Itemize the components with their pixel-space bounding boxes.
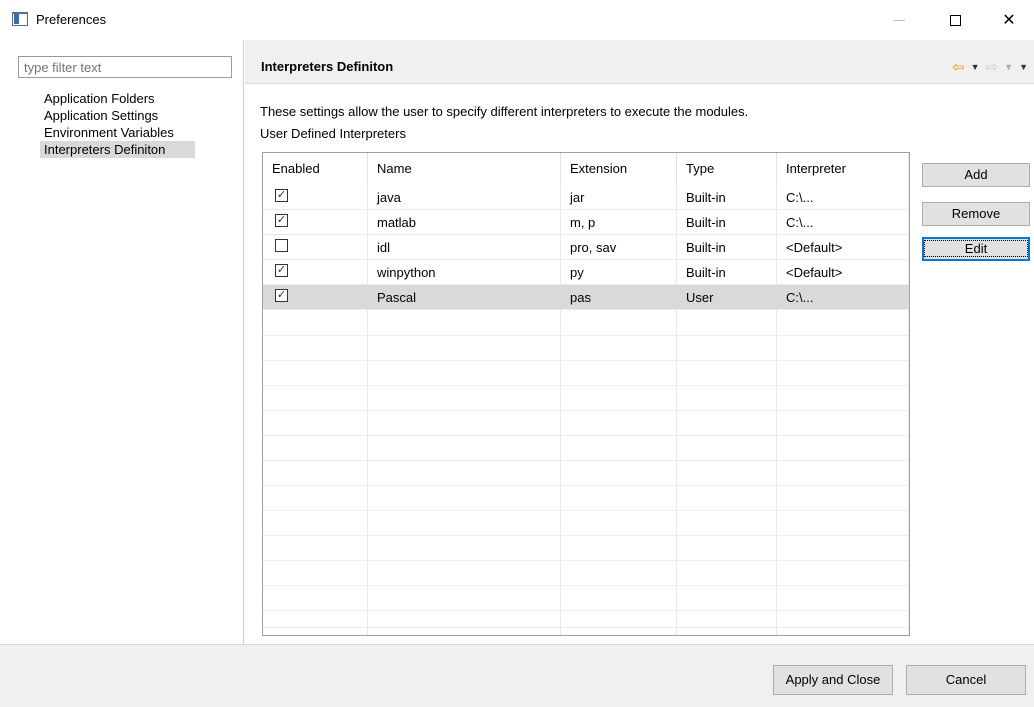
enabled-checkbox[interactable]: ✓ [275, 289, 288, 302]
table-row[interactable]: ✓ winpython py Built-in <Default> [263, 260, 909, 285]
column-header-enabled[interactable]: Enabled [263, 153, 368, 185]
extension-cell: m, p [570, 215, 596, 230]
empty-row-line [263, 560, 909, 561]
name-cell: Pascal [377, 290, 417, 305]
enabled-checkbox[interactable] [275, 239, 288, 252]
extension-cell: py [570, 265, 584, 280]
edit-button[interactable]: Edit [922, 237, 1030, 261]
interpreter-cell: <Default> [786, 240, 843, 255]
column-header-interpreter[interactable]: Interpreter [777, 153, 909, 185]
page-header: Interpreters Definiton ⇦ ▼ ⇨ ▼ ▼ [245, 40, 1034, 84]
preferences-tree: Application Folders Application Settings… [40, 90, 240, 158]
minimize-button[interactable] [876, 0, 922, 40]
column-header-type[interactable]: Type [677, 153, 777, 185]
title-bar: Preferences ✕ [0, 0, 1034, 40]
column-header-name[interactable]: Name [368, 153, 561, 185]
interpreters-table[interactable]: Enabled Name Extension Type Interpreter … [262, 152, 910, 636]
empty-row-line [263, 435, 909, 436]
app-icon [12, 12, 28, 26]
empty-row-line [263, 485, 909, 486]
edit-button-label: Edit [923, 240, 1029, 257]
extension-cell: pas [570, 290, 591, 305]
maximize-icon [949, 14, 961, 26]
type-cell: Built-in [686, 215, 726, 230]
type-cell: Built-in [686, 190, 726, 205]
forward-dropdown-icon[interactable]: ▼ [1004, 62, 1013, 72]
tree-item-application-settings[interactable]: Application Settings [40, 107, 240, 124]
view-menu-icon[interactable]: ▼ [1019, 62, 1028, 72]
interpreter-cell: C:\... [786, 290, 814, 305]
empty-row-line [263, 460, 909, 461]
close-button[interactable]: ✕ [986, 0, 1032, 40]
empty-row-line [263, 360, 909, 361]
enabled-checkbox[interactable]: ✓ [275, 214, 288, 227]
empty-row-line [263, 585, 909, 586]
enabled-checkbox[interactable]: ✓ [275, 189, 288, 202]
name-cell: java [377, 190, 401, 205]
column-header-extension[interactable]: Extension [561, 153, 677, 185]
section-label: User Defined Interpreters [260, 126, 406, 141]
empty-row-line [263, 627, 909, 628]
table-row[interactable]: idl pro, sav Built-in <Default> [263, 235, 909, 260]
table-row[interactable]: ✓ matlab m, p Built-in C:\... [263, 210, 909, 235]
close-icon: ✕ [1002, 12, 1016, 29]
empty-row-line [263, 385, 909, 386]
back-arrow-icon[interactable]: ⇦ [952, 58, 965, 76]
name-cell: idl [377, 240, 391, 255]
main-panel: Interpreters Definiton ⇦ ▼ ⇨ ▼ ▼ These s… [245, 40, 1034, 644]
tree-item-environment-variables[interactable]: Environment Variables [40, 124, 240, 141]
type-cell: Built-in [686, 240, 726, 255]
forward-arrow-icon[interactable]: ⇨ [986, 58, 999, 76]
navigation-arrows: ⇦ ▼ ⇨ ▼ ▼ [952, 58, 1028, 76]
type-cell: User [686, 290, 714, 305]
empty-row-line [263, 410, 909, 411]
name-cell: winpython [377, 265, 436, 280]
extension-cell: jar [570, 190, 585, 205]
maximize-button[interactable] [932, 0, 978, 40]
page-description: These settings allow the user to specify… [260, 104, 749, 119]
table-row-selected[interactable]: ✓ Pascal pas User C:\... [263, 285, 909, 310]
interpreter-cell: <Default> [786, 265, 843, 280]
empty-row-line [263, 535, 909, 536]
empty-row-line [263, 610, 909, 611]
interpreter-cell: C:\... [786, 190, 814, 205]
type-cell: Built-in [686, 265, 726, 280]
back-dropdown-icon[interactable]: ▼ [971, 62, 980, 72]
table-row[interactable]: ✓ java jar Built-in C:\... [263, 185, 909, 210]
table-header: Enabled Name Extension Type Interpreter [263, 153, 909, 185]
name-cell: matlab [377, 215, 417, 230]
cancel-button[interactable]: Cancel [906, 665, 1026, 695]
tree-item-application-folders[interactable]: Application Folders [40, 90, 240, 107]
interpreter-cell: C:\... [786, 215, 814, 230]
window-title: Preferences [36, 12, 107, 27]
empty-row-line [263, 510, 909, 511]
empty-row-line [263, 335, 909, 336]
tree-item-interpreters-definition[interactable]: Interpreters Definiton [40, 141, 195, 158]
dialog-footer: Apply and Close Cancel [0, 644, 1034, 707]
filter-input[interactable] [18, 56, 232, 78]
enabled-checkbox[interactable]: ✓ [275, 264, 288, 277]
add-button[interactable]: Add [922, 163, 1030, 187]
preferences-sidebar: Application Folders Application Settings… [0, 40, 244, 644]
apply-and-close-button[interactable]: Apply and Close [773, 665, 893, 695]
remove-button[interactable]: Remove [922, 202, 1030, 226]
page-title: Interpreters Definiton [261, 59, 394, 74]
minimize-icon [893, 19, 905, 21]
extension-cell: pro, sav [570, 240, 617, 255]
